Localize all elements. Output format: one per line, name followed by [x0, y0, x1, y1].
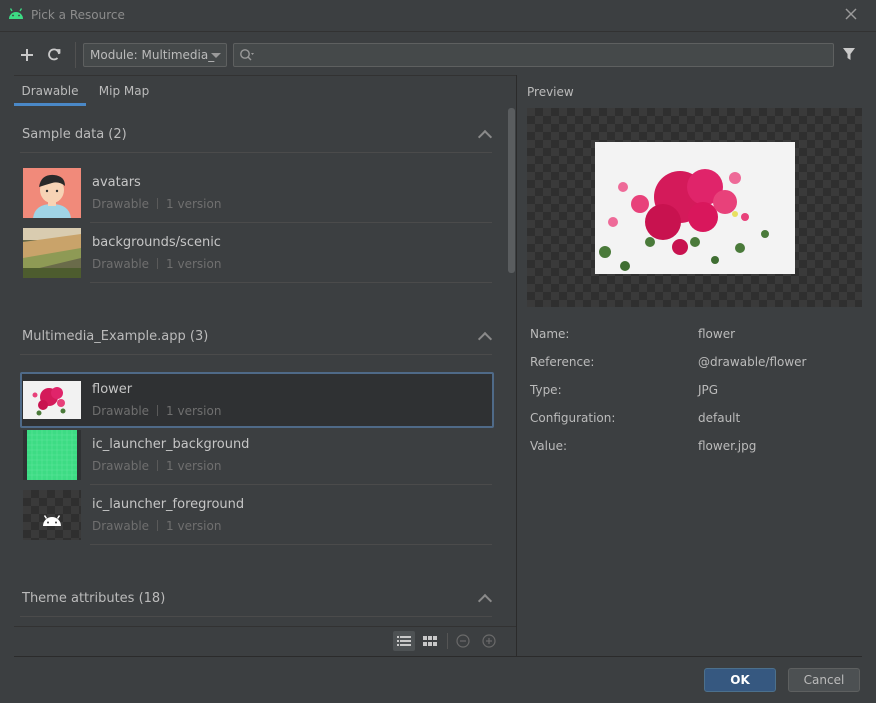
resource-type: Drawable — [92, 197, 150, 211]
resource-version-count: 1 version — [166, 459, 222, 473]
refresh-icon[interactable] — [46, 47, 62, 63]
flower-thumbnail — [23, 375, 81, 425]
tab-drawable[interactable]: Drawable — [14, 76, 86, 106]
dialog-divider — [14, 656, 862, 657]
resource-meta: Drawable 1 version — [92, 459, 221, 473]
list-view-icon — [397, 636, 411, 646]
resource-item-avatars[interactable]: avatars Drawable 1 version — [20, 166, 494, 222]
resource-item-flower[interactable]: flower Drawable 1 version — [20, 372, 494, 428]
property-label-value: Value: — [530, 439, 567, 453]
search-field[interactable] — [233, 43, 834, 67]
resource-name: backgrounds/scenic — [92, 235, 221, 250]
resource-item-ic-launcher-foreground[interactable]: ic_launcher_foreground Drawable 1 version — [20, 488, 494, 544]
resource-meta: Drawable 1 version — [92, 519, 221, 533]
resource-list-panel — [14, 75, 516, 656]
android-icon — [43, 515, 61, 526]
resource-item-backgrounds-scenic[interactable]: backgrounds/scenic Drawable 1 version — [20, 226, 494, 282]
zoom-out-icon[interactable] — [456, 634, 470, 648]
section-title-multimedia-app: Multimedia_Example.app (3) — [22, 329, 209, 344]
grid-image — [27, 430, 77, 480]
property-label-configuration: Configuration: — [530, 411, 616, 425]
preview-image — [595, 142, 795, 274]
resource-type: Drawable — [92, 459, 150, 473]
resource-type: Drawable — [92, 519, 150, 533]
scenic-thumbnail — [23, 228, 81, 278]
resource-meta: Drawable 1 version — [92, 404, 221, 418]
close-icon[interactable] — [845, 8, 857, 20]
section-title-sample-data: Sample data (2) — [22, 127, 127, 142]
panel-splitter[interactable] — [516, 75, 517, 656]
resource-version-count: 1 version — [166, 257, 222, 271]
section-divider — [20, 152, 492, 153]
tab-label: Drawable — [21, 84, 79, 98]
meta-divider — [157, 198, 159, 209]
property-value-name: flower — [698, 327, 736, 341]
chevron-down-icon — [211, 53, 221, 58]
property-value-type: JPG — [698, 383, 719, 397]
toolbar-separator — [75, 42, 76, 68]
resource-version-count: 1 version — [166, 197, 222, 211]
meta-divider — [157, 520, 159, 531]
module-select-value: Module: Multimedia_ — [90, 48, 215, 62]
resource-type: Drawable — [92, 404, 150, 418]
resource-name: flower — [92, 382, 133, 397]
resource-name: avatars — [92, 175, 141, 190]
resource-type: Drawable — [92, 257, 150, 271]
resource-meta: Drawable 1 version — [92, 257, 221, 271]
item-divider — [90, 222, 492, 223]
meta-divider — [157, 405, 159, 416]
flower-image — [23, 375, 81, 425]
launcher-background-thumbnail — [23, 430, 81, 480]
section-title-theme-attributes: Theme attributes (18) — [22, 591, 166, 606]
avatar-image — [23, 168, 81, 218]
view-controls-bar — [14, 626, 516, 656]
tab-label: Mip Map — [98, 84, 150, 98]
title-bar — [0, 0, 876, 32]
list-view-button[interactable] — [393, 631, 415, 651]
android-icon — [9, 8, 23, 19]
flower-preview-image — [595, 142, 795, 274]
grid-view-icon[interactable] — [423, 636, 437, 646]
window-title: Pick a Resource — [31, 8, 125, 22]
filter-icon[interactable] — [842, 47, 856, 61]
plus-icon[interactable] — [20, 48, 34, 62]
item-divider — [90, 484, 492, 485]
resource-item-ic-launcher-background[interactable]: ic_launcher_background Drawable 1 version — [20, 428, 494, 484]
resource-name: ic_launcher_background — [92, 437, 250, 452]
item-divider — [90, 282, 492, 283]
launcher-foreground-thumbnail — [23, 490, 81, 540]
scenic-image — [23, 228, 81, 278]
zoom-in-icon[interactable] — [482, 634, 496, 648]
module-select[interactable]: Module: Multimedia_ — [83, 43, 227, 67]
section-divider — [20, 354, 492, 355]
section-divider — [20, 616, 492, 617]
preview-area — [527, 108, 862, 307]
tab-mip-map[interactable]: Mip Map — [90, 76, 158, 106]
preview-label: Preview — [527, 85, 574, 99]
property-label-type: Type: — [530, 383, 562, 397]
meta-divider — [157, 460, 159, 471]
property-value-reference: @drawable/flower — [698, 355, 807, 369]
list-scrollbar[interactable] — [508, 108, 515, 273]
avatar-thumbnail — [23, 168, 81, 218]
property-value-value: flower.jpg — [698, 439, 757, 453]
search-input[interactable] — [258, 46, 818, 64]
resource-version-count: 1 version — [166, 519, 222, 533]
resource-version-count: 1 version — [166, 404, 222, 418]
resource-name: ic_launcher_foreground — [92, 497, 245, 512]
toolbar-separator — [447, 633, 448, 649]
item-divider — [90, 544, 492, 545]
search-icon — [240, 49, 254, 61]
ok-button[interactable]: OK — [704, 668, 776, 692]
property-label-name: Name: — [530, 327, 570, 341]
meta-divider — [157, 258, 159, 269]
property-value-configuration: default — [698, 411, 741, 425]
cancel-button[interactable]: Cancel — [788, 668, 860, 692]
resource-meta: Drawable 1 version — [92, 197, 221, 211]
property-label-reference: Reference: — [530, 355, 595, 369]
